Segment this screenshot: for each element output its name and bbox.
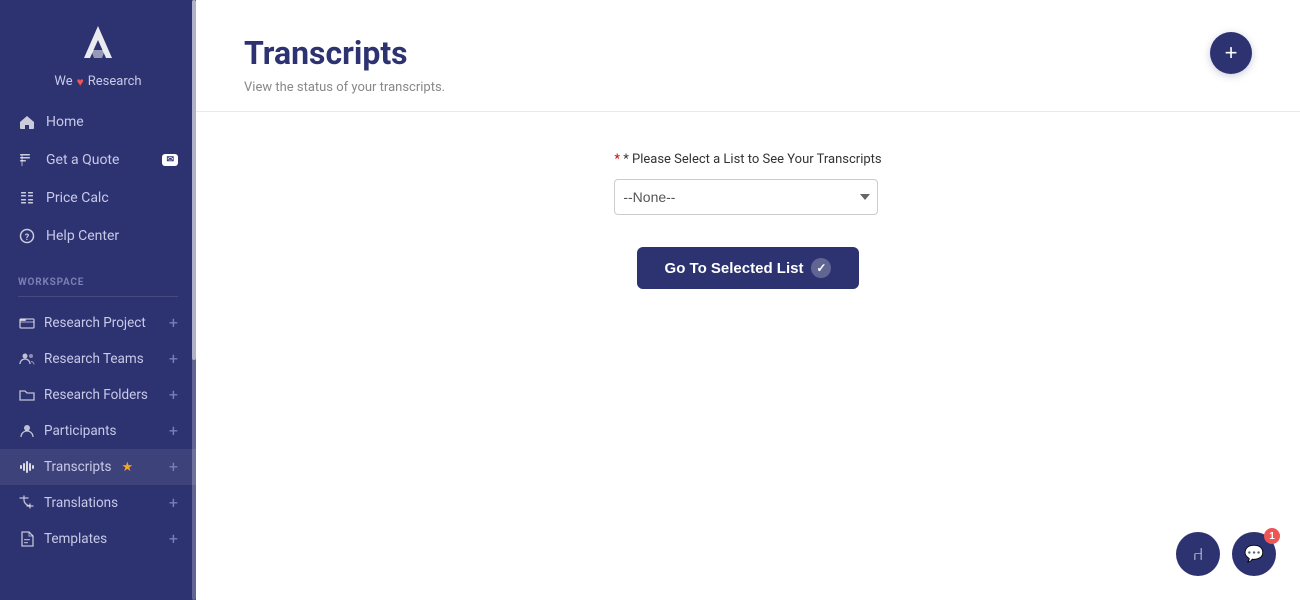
workspace-item-research-teams[interactable]: Research Teams + [0,341,196,377]
check-icon: ✓ [811,258,831,278]
main-content: Transcripts + View the status of your tr… [196,0,1300,600]
app-logo-icon [72,18,124,70]
list-select-container: --None-- [614,179,878,215]
research-project-add-icon[interactable]: + [169,315,178,331]
workspace-item-translations[interactable]: Translations + [0,485,196,521]
research-teams-add-icon[interactable]: + [169,351,178,367]
workspace-item-participants[interactable]: Participants + [0,413,196,449]
workspace-item-transcripts[interactable]: Transcripts ★ + [0,449,196,485]
quote-badge: ✉ [162,154,178,166]
research-folders-add-icon[interactable]: + [169,387,178,403]
waveform-icon [18,458,36,476]
research-folders-label: Research Folders [44,387,148,403]
participants-add-icon[interactable]: + [169,423,178,439]
chat-badge: 1 [1264,528,1280,544]
sidebar-logo: We ♥ Research [0,0,196,103]
bottom-right-actions: ⑁ 💬 1 [1176,532,1276,576]
calc-icon [18,189,36,207]
research-teams-label: Research Teams [44,351,144,367]
research-project-label: Research Project [44,315,146,331]
transcripts-add-icon[interactable]: + [169,459,178,475]
workspace-item-research-project[interactable]: Research Project + [0,305,196,341]
page-subtitle: View the status of your transcripts. [244,80,1252,95]
templates-add-icon[interactable]: + [169,531,178,547]
workspace-label: WORKSPACE [0,263,196,294]
page-title: Transcripts [244,34,408,72]
folder-icon [18,386,36,404]
page-body: * * Please Select a List to See Your Tra… [196,112,1300,600]
nav-home-label: Home [46,114,84,130]
heart-icon: ♥ [77,75,84,89]
nav-item-home[interactable]: Home [0,103,196,141]
workspace-item-research-folders[interactable]: Research Folders + [0,377,196,413]
nav-item-help-center[interactable]: ? Help Center [0,217,196,255]
select-list-label-text: * Please Select a List to See Your Trans… [623,152,881,167]
workspace-item-templates[interactable]: Templates + [0,521,196,557]
workspace-divider [18,296,178,297]
help-icon: ? [18,227,36,245]
add-transcript-button[interactable]: + [1210,32,1252,74]
app-name: We ♥ Research [54,74,141,89]
translations-add-icon[interactable]: + [169,495,178,511]
svg-text:?: ? [25,233,30,243]
translate-icon [18,494,36,512]
templates-label: Templates [44,531,107,547]
go-button-label: Go To Selected List [665,260,804,277]
translations-label: Translations [44,495,118,511]
quote-icon [18,151,36,169]
file-icon [18,530,36,548]
folder-open-icon [18,314,36,332]
person-icon [18,422,36,440]
accessibility-icon: ⑁ [1193,544,1204,565]
select-list-label: * * Please Select a List to See Your Tra… [614,152,881,167]
accessibility-button[interactable]: ⑁ [1176,532,1220,576]
sidebar: We ♥ Research Home Get a Q [0,0,196,600]
page-header: Transcripts + View the status of your tr… [196,0,1300,112]
chat-button[interactable]: 💬 1 [1232,532,1276,576]
list-select-group: * * Please Select a List to See Your Tra… [614,152,881,215]
main-nav: Home Get a Quote ✉ [0,103,196,263]
nav-item-price-calc[interactable]: Price Calc [0,179,196,217]
nav-calc-label: Price Calc [46,190,109,206]
nav-help-label: Help Center [46,228,119,244]
logo-research: Research [88,74,142,89]
people-icon [18,350,36,368]
participants-label: Participants [44,423,117,439]
nav-item-get-a-quote[interactable]: Get a Quote ✉ [0,141,196,179]
chat-icon: 💬 [1244,544,1264,564]
logo-we: We [54,74,72,89]
home-icon [18,113,36,131]
transcripts-star-icon: ★ [122,460,134,475]
nav-quote-label: Get a Quote [46,152,119,168]
list-select[interactable]: --None-- [614,179,878,215]
required-marker: * [614,152,620,167]
go-to-selected-list-button[interactable]: Go To Selected List ✓ [637,247,860,289]
transcripts-label: Transcripts [44,459,112,475]
